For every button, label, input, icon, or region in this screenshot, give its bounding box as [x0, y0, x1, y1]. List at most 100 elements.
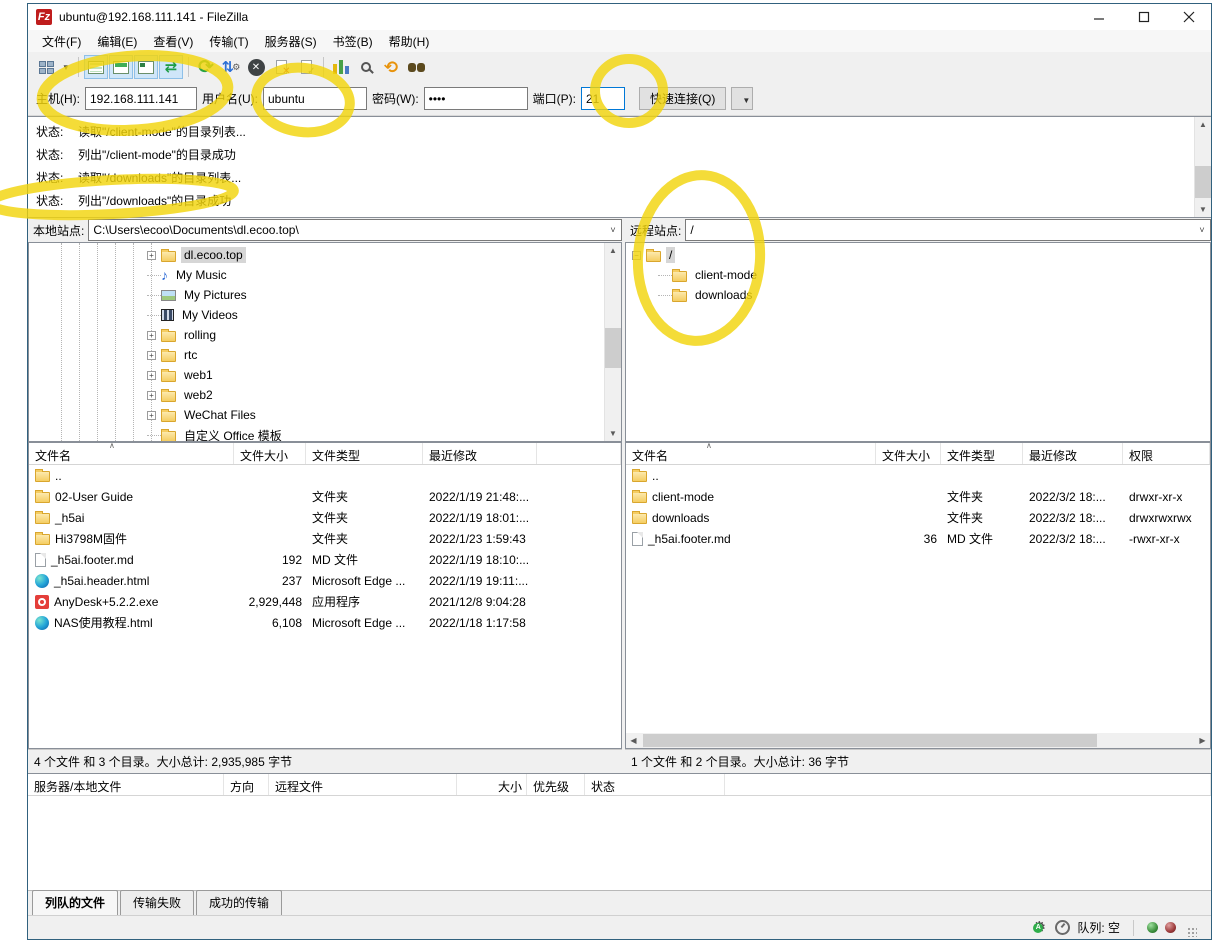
- tree-item[interactable]: +dl.ecoo.top: [147, 245, 604, 265]
- disconnect-icon[interactable]: ✕: [269, 55, 293, 79]
- column-header-modified[interactable]: 最近修改: [1023, 443, 1123, 464]
- column-header-permissions[interactable]: 权限: [1123, 443, 1210, 464]
- column-header-type[interactable]: 文件类型: [941, 443, 1023, 464]
- column-header-name[interactable]: 文件名∧: [29, 443, 234, 464]
- column-header-name[interactable]: 文件名∧: [626, 443, 876, 464]
- file-row[interactable]: ..: [29, 465, 621, 486]
- column-header-modified[interactable]: 最近修改: [423, 443, 537, 464]
- local-path-combobox[interactable]: C:\Users\ecoo\Documents\dl.ecoo.top\ ˅: [88, 219, 622, 241]
- column-header-status[interactable]: 状态: [585, 774, 725, 795]
- file-row[interactable]: _h5ai.footer.md192MD 文件2022/1/19 18:10:.…: [29, 549, 621, 570]
- file-row[interactable]: AnyDesk+5.2.2.exe2,929,448应用程序2021/12/8 …: [29, 591, 621, 612]
- username-input[interactable]: [263, 87, 367, 110]
- tab-failed-transfers[interactable]: 传输失败: [120, 890, 194, 915]
- tree-item[interactable]: +WeChat Files: [147, 405, 604, 425]
- file-row[interactable]: ..: [626, 465, 1210, 486]
- cancel-icon[interactable]: ✕: [244, 55, 268, 79]
- column-header-queue-size[interactable]: 大小: [457, 774, 527, 795]
- toggle-transfer-queue-icon[interactable]: ⇄: [159, 55, 183, 79]
- scroll-up-icon[interactable]: ▲: [1195, 117, 1211, 132]
- expander-plus-icon[interactable]: +: [147, 371, 156, 380]
- file-row[interactable]: _h5ai.header.html237Microsoft Edge ...20…: [29, 570, 621, 591]
- toggle-message-log-icon[interactable]: [84, 55, 108, 79]
- column-header-size[interactable]: 文件大小: [876, 443, 941, 464]
- column-header-server-local[interactable]: 服务器/本地文件: [28, 774, 224, 795]
- scroll-left-icon[interactable]: ◀: [626, 736, 641, 745]
- expander-plus-icon[interactable]: +: [147, 251, 156, 260]
- scroll-up-icon[interactable]: ▲: [605, 243, 621, 258]
- file-row[interactable]: client-mode文件夹2022/3/2 18:...drwxr-xr-x: [626, 486, 1210, 507]
- filter-binoculars-icon[interactable]: [404, 55, 428, 79]
- tree-item[interactable]: ♪My Music: [147, 265, 604, 285]
- column-header-remote-file[interactable]: 远程文件: [269, 774, 457, 795]
- scroll-down-icon[interactable]: ▼: [1195, 202, 1211, 217]
- chevron-down-icon[interactable]: ˅: [605, 225, 621, 235]
- host-input[interactable]: [85, 87, 197, 110]
- file-row[interactable]: _h5ai.footer.md36MD 文件2022/3/2 18:...-rw…: [626, 528, 1210, 549]
- file-row[interactable]: downloads文件夹2022/3/2 18:...drwxrwxrwx: [626, 507, 1210, 528]
- column-header-size[interactable]: 文件大小: [234, 443, 306, 464]
- tree-item[interactable]: +rolling: [147, 325, 604, 345]
- tree-item[interactable]: 自定义 Office 模板: [147, 425, 604, 441]
- tree-item[interactable]: +rtc: [147, 345, 604, 365]
- synchronized-browsing-icon[interactable]: ⟲: [379, 55, 403, 79]
- file-row[interactable]: _h5ai文件夹2022/1/19 18:01:...: [29, 507, 621, 528]
- expander-plus-icon[interactable]: +: [147, 331, 156, 340]
- toggle-local-tree-icon[interactable]: [109, 55, 133, 79]
- expander-plus-icon[interactable]: +: [147, 391, 156, 400]
- tree-item[interactable]: My Videos: [147, 305, 604, 325]
- menu-server[interactable]: 服务器(S): [257, 30, 325, 53]
- chevron-down-icon[interactable]: ˅: [1194, 225, 1210, 235]
- port-input[interactable]: [581, 87, 625, 110]
- process-queue-icon[interactable]: ⇅⚙: [219, 55, 243, 79]
- file-row[interactable]: Hi3798M固件文件夹2022/1/23 1:59:43: [29, 528, 621, 549]
- scroll-thumb[interactable]: [605, 328, 621, 368]
- menu-bookmarks[interactable]: 书签(B): [325, 30, 381, 53]
- tree-item[interactable]: +web1: [147, 365, 604, 385]
- file-row[interactable]: NAS使用教程.html6,108Microsoft Edge ...2022/…: [29, 612, 621, 633]
- speed-limit-icon[interactable]: [1055, 920, 1070, 935]
- tree-item[interactable]: −/: [632, 245, 1210, 265]
- maximize-button[interactable]: [1121, 4, 1166, 30]
- scroll-thumb[interactable]: [1195, 166, 1211, 198]
- close-button[interactable]: [1166, 4, 1211, 30]
- site-manager-icon[interactable]: [34, 55, 58, 79]
- column-header-direction[interactable]: 方向: [224, 774, 269, 795]
- tree-item[interactable]: +web2: [147, 385, 604, 405]
- menu-help[interactable]: 帮助(H): [381, 30, 438, 53]
- scroll-down-icon[interactable]: ▼: [605, 426, 621, 441]
- minimize-button[interactable]: [1076, 4, 1121, 30]
- tree-item[interactable]: My Pictures: [147, 285, 604, 305]
- find-files-icon[interactable]: [354, 55, 378, 79]
- scroll-thumb[interactable]: [643, 734, 1097, 747]
- quickconnect-dropdown-icon[interactable]: ▼: [731, 87, 753, 110]
- column-header-priority[interactable]: 优先级: [527, 774, 585, 795]
- password-input[interactable]: [424, 87, 528, 110]
- tab-successful-transfers[interactable]: 成功的传输: [196, 890, 282, 915]
- menu-transfer[interactable]: 传输(T): [201, 30, 256, 53]
- expander-minus-icon[interactable]: −: [632, 251, 641, 260]
- reconnect-icon[interactable]: ✓: [294, 55, 318, 79]
- local-tree-scrollbar[interactable]: ▲ ▼: [604, 243, 621, 441]
- menu-edit[interactable]: 编辑(E): [89, 30, 145, 53]
- site-manager-dropdown-icon[interactable]: ▼: [59, 55, 73, 79]
- menu-file[interactable]: 文件(F): [34, 30, 89, 53]
- column-header-type[interactable]: 文件类型: [306, 443, 423, 464]
- tree-item[interactable]: client-mode: [632, 265, 1210, 285]
- scroll-right-icon[interactable]: ▶: [1195, 736, 1210, 745]
- resize-grip[interactable]: [1187, 927, 1197, 937]
- toggle-remote-tree-icon[interactable]: [134, 55, 158, 79]
- menu-view[interactable]: 查看(V): [145, 30, 201, 53]
- expander-plus-icon[interactable]: +: [147, 411, 156, 420]
- expander-plus-icon[interactable]: +: [147, 351, 156, 360]
- tree-item[interactable]: downloads: [632, 285, 1210, 305]
- file-row[interactable]: 02-User Guide文件夹2022/1/19 21:48:...: [29, 486, 621, 507]
- refresh-icon[interactable]: ⟳: [194, 55, 218, 79]
- remote-list-hscrollbar[interactable]: ◀ ▶: [626, 733, 1210, 748]
- tab-queued-files[interactable]: 列队的文件: [32, 890, 118, 915]
- directory-compare-icon[interactable]: [329, 55, 353, 79]
- remote-path-combobox[interactable]: / ˅: [685, 219, 1211, 241]
- autoupdate-gear-icon[interactable]: ⚙A: [1030, 919, 1048, 937]
- log-scrollbar[interactable]: ▲ ▼: [1194, 117, 1211, 217]
- quickconnect-button[interactable]: 快速连接(Q): [639, 87, 726, 110]
